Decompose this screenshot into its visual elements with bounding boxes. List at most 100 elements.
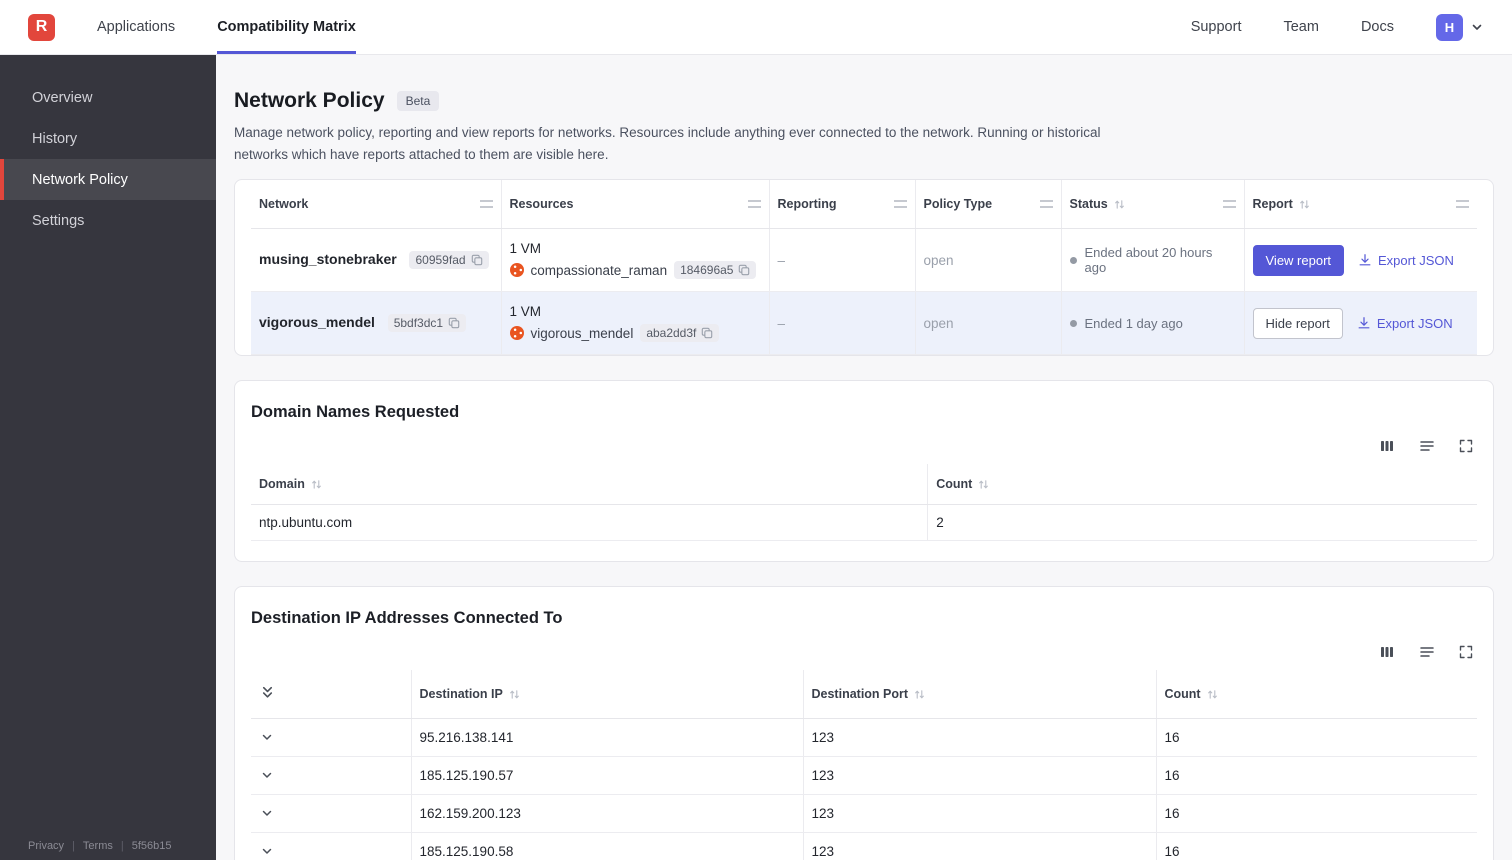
col-header-network[interactable]: Network [251,180,501,230]
export-json-link[interactable]: Export JSON [1358,253,1454,268]
col-header-count[interactable]: Count [1155,670,1477,720]
domains-table: Domain Count ntp.ubuntu.com 2 [251,464,1477,542]
col-header-status[interactable]: Status [1060,180,1244,230]
destination-port-cell: 123 [802,794,1156,834]
count-cell: 16 [1155,718,1477,758]
nav-link-team[interactable]: Team [1283,19,1318,35]
expand-icon[interactable] [1459,439,1473,453]
ubuntu-icon [509,263,524,278]
app-logo[interactable]: R [28,13,55,41]
view-report-button[interactable]: View report [1252,244,1345,276]
ips-toolbar [251,628,1477,670]
rows-icon[interactable] [1419,438,1435,454]
network-row[interactable]: vigorous_mendel 5bdf3dc1 1 VM vigorous_m… [251,291,1477,356]
network-id: 5bdf3dc1 [393,316,444,331]
nav-link-docs[interactable]: Docs [1361,19,1394,35]
reporting-cell: – [768,291,915,356]
col-header-policy-type[interactable]: Policy Type [914,180,1061,230]
domain-row: ntp.ubuntu.com 2 [251,504,1477,542]
chevron-down-icon[interactable] [259,805,275,821]
col-header-expand-all[interactable] [251,670,411,720]
ubuntu-icon [509,326,524,341]
export-json-label: Export JSON [1376,315,1453,331]
copy-icon[interactable] [738,264,750,276]
col-header-report[interactable]: Report [1243,180,1477,230]
copy-icon[interactable] [471,254,483,266]
rows-icon[interactable] [1419,644,1435,660]
col-header-domain[interactable]: Domain [251,464,928,506]
copy-icon[interactable] [448,317,460,329]
export-json-link[interactable]: Export JSON [1357,316,1453,331]
divider: | [72,840,75,852]
drag-handle-icon[interactable] [479,200,493,209]
domain-cell: ntp.ubuntu.com [251,504,928,542]
sort-icon[interactable] [914,689,925,700]
copy-icon[interactable] [701,327,713,339]
download-icon [1357,316,1371,330]
drag-handle-icon[interactable] [747,200,761,209]
expand-cell [251,832,411,860]
sidebar-item-network-policy[interactable]: Network Policy [0,159,216,200]
col-header-destination-ip[interactable]: Destination IP [410,670,803,720]
expand-icon[interactable] [1459,645,1473,659]
double-chevron-down-icon[interactable] [259,683,276,702]
sort-icon[interactable] [1114,199,1125,210]
destination-ip-cell: 185.125.190.58 [410,832,803,860]
sidebar-item-overview[interactable]: Overview [0,77,216,118]
col-header-resources[interactable]: Resources [500,180,769,230]
drag-handle-icon[interactable] [1039,200,1053,209]
network-row[interactable]: musing_stonebraker 60959fad 1 VM compass… [251,228,1477,293]
destination-port-cell: 123 [802,756,1156,796]
columns-icon[interactable] [1379,438,1395,454]
resource-name[interactable]: compassionate_raman [531,263,668,278]
drag-handle-icon[interactable] [893,200,907,209]
resource-id-badge: 184696a5 [674,261,757,280]
sort-icon[interactable] [978,479,989,490]
status-cell: Ended about 20 hours ago [1060,228,1244,293]
columns-icon[interactable] [1379,644,1395,660]
page-description: Manage network policy, reporting and vie… [234,125,1101,162]
chevron-down-icon[interactable] [259,729,275,745]
user-menu[interactable]: H [1436,13,1484,41]
nav-link-support[interactable]: Support [1191,19,1242,35]
ip-row: 95.216.138.141 123 16 [251,718,1477,758]
domains-card: Domain Names Requested Domain Count ntp.… [234,380,1494,563]
resources-cell: 1 VM vigorous_mendel aba2dd3f [500,291,769,356]
count-cell: 16 [1155,832,1477,860]
drag-handle-icon[interactable] [1222,200,1236,209]
drag-handle-icon[interactable] [1456,200,1469,209]
report-cell: View report Export JSON [1243,228,1477,293]
col-header-reporting[interactable]: Reporting [768,180,915,230]
ip-row: 162.159.200.123 123 16 [251,794,1477,834]
privacy-link[interactable]: Privacy [28,840,64,852]
avatar[interactable]: H [1436,13,1463,41]
col-label: Count [1164,687,1201,702]
col-label: Reporting [777,197,837,212]
sort-icon[interactable] [1299,199,1310,210]
resource-id: 184696a5 [680,263,734,278]
report-cell: Hide report Export JSON [1243,291,1477,356]
sidebar-item-settings[interactable]: Settings [0,200,216,241]
nav-item-applications[interactable]: Applications [97,0,175,54]
sort-icon[interactable] [311,479,322,490]
resource-name[interactable]: vigorous_mendel [531,326,634,341]
col-header-destination-port[interactable]: Destination Port [802,670,1156,720]
col-label: Report [1252,197,1293,212]
col-header-count[interactable]: Count [927,464,1477,506]
nav-right: Support Team Docs H [1191,0,1484,54]
export-json-label: Export JSON [1378,252,1454,268]
sort-icon[interactable] [509,689,520,700]
sort-icon[interactable] [1207,689,1218,700]
networks-header-row: Network Resources Reporting Policy Type … [251,180,1477,230]
terms-link[interactable]: Terms [83,840,113,852]
col-label: Resources [509,197,574,212]
chevron-down-icon[interactable] [259,767,275,783]
destination-port-cell: 123 [802,832,1156,860]
chevron-down-icon[interactable] [1470,20,1484,34]
nav-item-compatibility-matrix[interactable]: Compatibility Matrix [217,0,356,54]
hide-report-button[interactable]: Hide report [1252,307,1343,339]
chevron-down-icon[interactable] [259,843,275,859]
sidebar-item-history[interactable]: History [0,118,216,159]
reporting-cell: – [768,228,915,293]
expand-cell [251,756,411,796]
